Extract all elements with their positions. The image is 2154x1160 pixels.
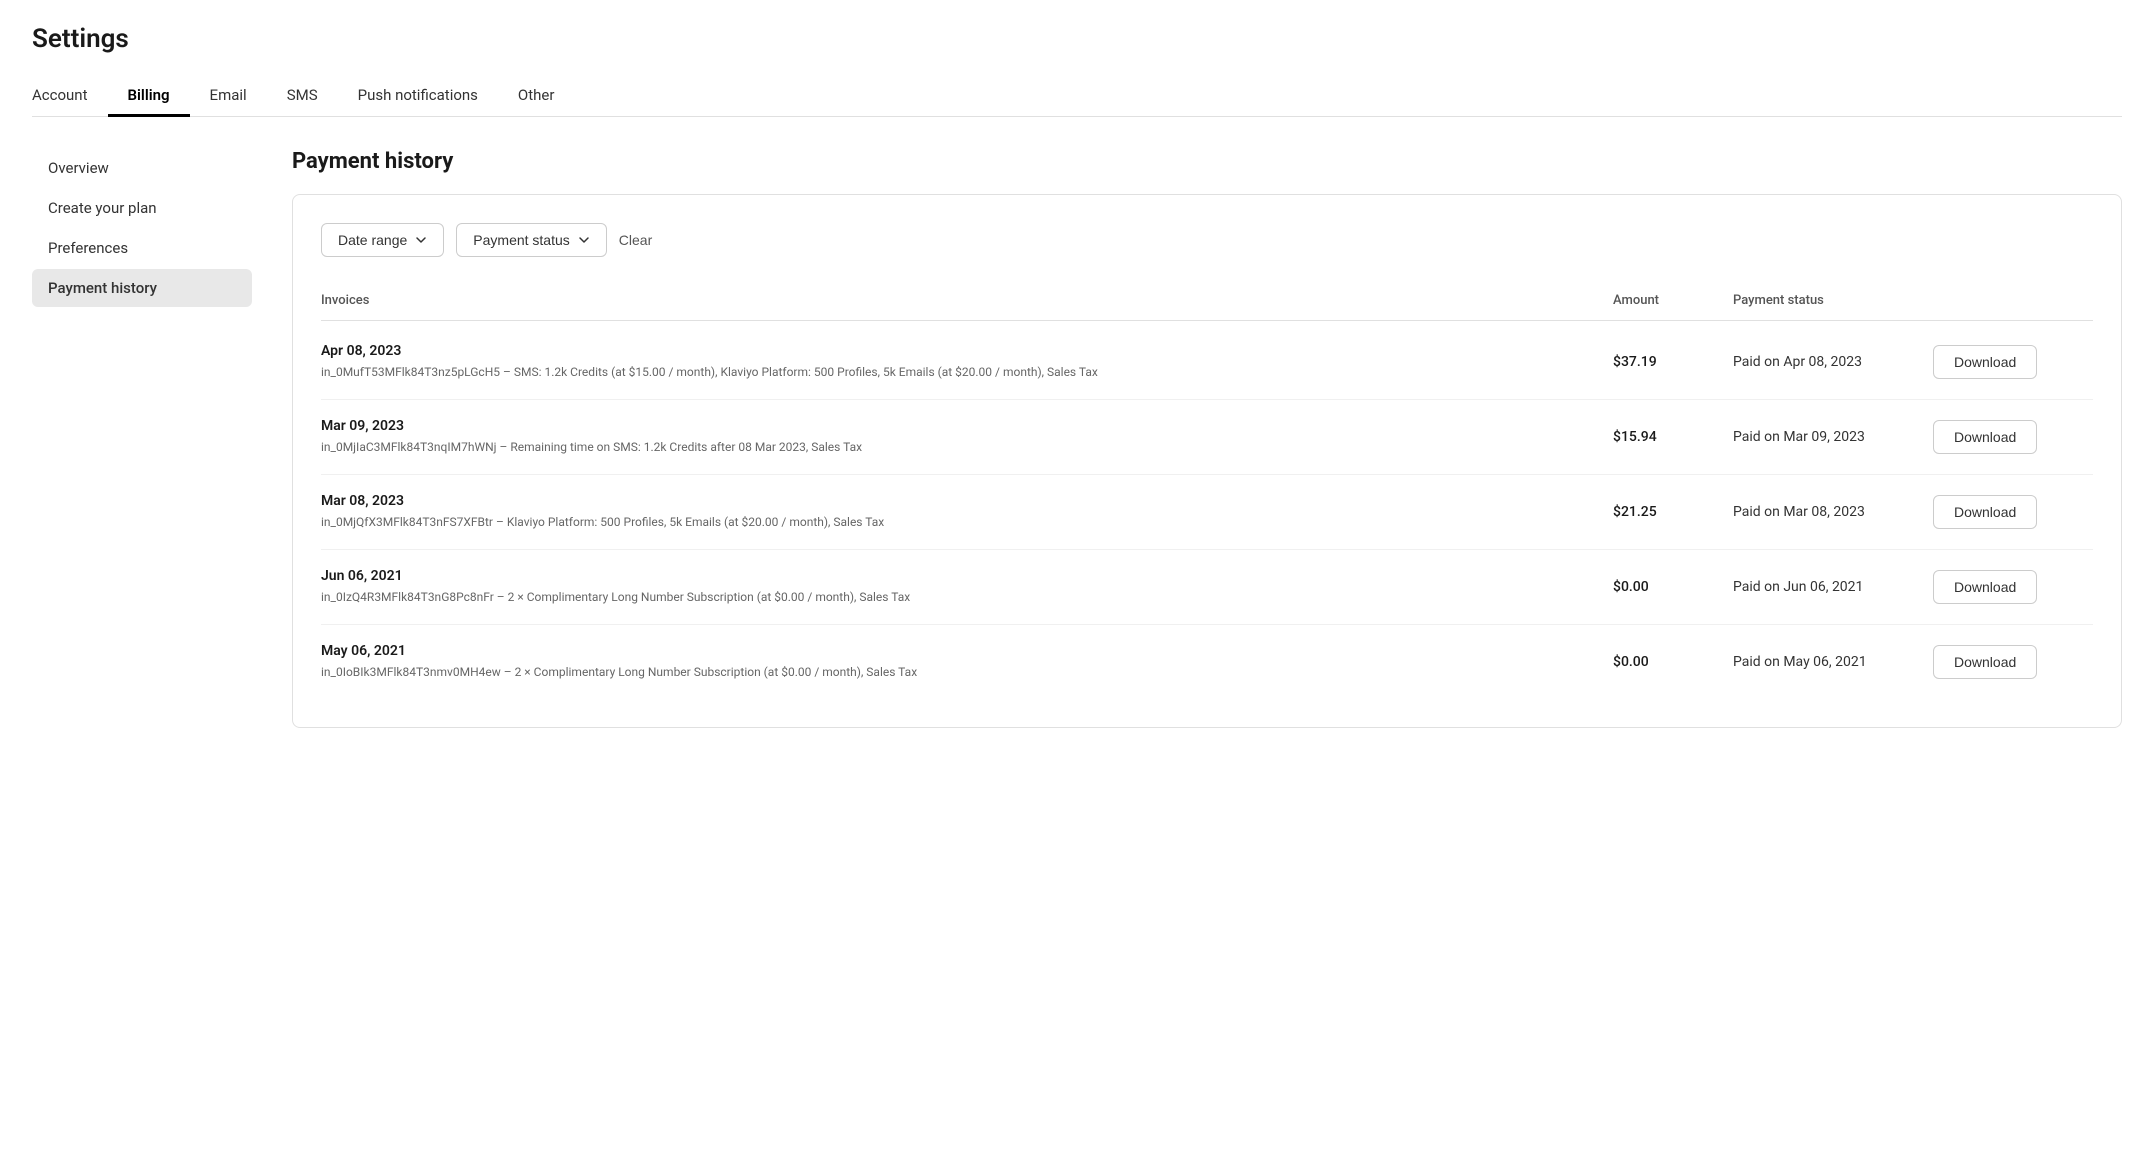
sidebar-item-overview[interactable]: Overview [32,149,252,187]
table-row: Mar 09, 2023 in_0MjIaC3MFlk84T3nqIM7hWNj … [321,400,2093,475]
date-range-filter[interactable]: Date range [321,223,444,257]
table-header-cell-0: Invoices [321,293,1613,308]
page-title: Settings [32,24,2122,54]
sidebar-item-preferences[interactable]: Preferences [32,229,252,267]
sidebar-item-create-your-plan[interactable]: Create your plan [32,189,252,227]
content-area: OverviewCreate your planPreferencesPayme… [0,117,2154,760]
clear-filters-button[interactable]: Clear [619,232,652,248]
invoice-amount-0: $37.19 [1613,354,1733,370]
invoice-amount-2: $21.25 [1613,504,1733,520]
table-header-cell-2: Payment status [1733,293,1933,308]
invoice-desc-1: in_0MjIaC3MFlk84T3nqIM7hWNj – Remaining … [321,438,1613,456]
invoice-amount-1: $15.94 [1613,429,1733,445]
invoice-date-1: Mar 09, 2023 [321,418,1613,434]
nav-item-sms[interactable]: SMS [267,74,338,116]
chevron-down-icon-2 [578,234,590,246]
invoice-desc-3: in_0IzQ4R3MFlk84T3nG8Pc8nFr – 2 × Compli… [321,588,1613,606]
invoice-cell-1: Mar 09, 2023 in_0MjIaC3MFlk84T3nqIM7hWNj … [321,418,1613,456]
invoice-desc-0: in_0MufT53MFlk84T3nz5pLGcH5 – SMS: 1.2k … [321,363,1613,381]
invoice-cell-3: Jun 06, 2021 in_0IzQ4R3MFlk84T3nG8Pc8nFr … [321,568,1613,606]
table-row: Mar 08, 2023 in_0MjQfX3MFlk84T3nFS7XFBtr … [321,475,2093,550]
payment-status-filter[interactable]: Payment status [456,223,607,257]
download-button-2[interactable]: Download [1933,495,2037,529]
invoice-amount-4: $0.00 [1613,654,1733,670]
nav-item-account[interactable]: Account [32,74,108,116]
download-button-4[interactable]: Download [1933,645,2037,679]
invoice-date-0: Apr 08, 2023 [321,343,1613,359]
invoice-cell-2: Mar 08, 2023 in_0MjQfX3MFlk84T3nFS7XFBtr … [321,493,1613,531]
table-header: InvoicesAmountPayment status [321,285,2093,321]
chevron-down-icon [415,234,427,246]
invoice-amount-3: $0.00 [1613,579,1733,595]
filters-row: Date range Payment status Clear [321,223,2093,257]
nav-item-billing[interactable]: Billing [108,74,190,116]
invoice-cell-4: May 06, 2021 in_0IoBIk3MFlk84T3nmv0MH4ew … [321,643,1613,681]
nav-item-other[interactable]: Other [498,74,575,116]
invoice-date-4: May 06, 2021 [321,643,1613,659]
download-button-1[interactable]: Download [1933,420,2037,454]
payment-status-label: Payment status [473,232,570,248]
section-title: Payment history [292,149,2122,174]
payment-history-card: Date range Payment status Clear Invoices… [292,194,2122,728]
invoice-date-2: Mar 08, 2023 [321,493,1613,509]
invoice-date-3: Jun 06, 2021 [321,568,1613,584]
page-header: Settings AccountBillingEmailSMSPush noti… [0,0,2154,117]
invoice-payment-status-1: Paid on Mar 09, 2023 [1733,429,1933,445]
date-range-label: Date range [338,232,407,248]
nav-item-email[interactable]: Email [190,74,267,116]
table-row: Jun 06, 2021 in_0IzQ4R3MFlk84T3nG8Pc8nFr … [321,550,2093,625]
sidebar: OverviewCreate your planPreferencesPayme… [32,149,252,728]
invoice-payment-status-4: Paid on May 06, 2021 [1733,654,1933,670]
invoice-cell-0: Apr 08, 2023 in_0MufT53MFlk84T3nz5pLGcH5 … [321,343,1613,381]
sidebar-item-payment-history[interactable]: Payment history [32,269,252,307]
download-button-3[interactable]: Download [1933,570,2037,604]
invoice-payment-status-3: Paid on Jun 06, 2021 [1733,579,1933,595]
main-content: Payment history Date range Payment statu… [292,149,2122,728]
invoice-desc-4: in_0IoBIk3MFlk84T3nmv0MH4ew – 2 × Compli… [321,663,1613,681]
invoice-payment-status-0: Paid on Apr 08, 2023 [1733,354,1933,370]
table-header-cell-1: Amount [1613,293,1733,308]
nav-item-push-notifications[interactable]: Push notifications [338,74,498,116]
table-row: Apr 08, 2023 in_0MufT53MFlk84T3nz5pLGcH5 … [321,325,2093,400]
table-row: May 06, 2021 in_0IoBIk3MFlk84T3nmv0MH4ew … [321,625,2093,699]
invoice-desc-2: in_0MjQfX3MFlk84T3nFS7XFBtr – Klaviyo Pl… [321,513,1613,531]
table-body: Apr 08, 2023 in_0MufT53MFlk84T3nz5pLGcH5 … [321,325,2093,699]
invoice-payment-status-2: Paid on Mar 08, 2023 [1733,504,1933,520]
top-nav: AccountBillingEmailSMSPush notifications… [32,74,2122,117]
download-button-0[interactable]: Download [1933,345,2037,379]
table-header-cell-3 [1933,293,2093,308]
